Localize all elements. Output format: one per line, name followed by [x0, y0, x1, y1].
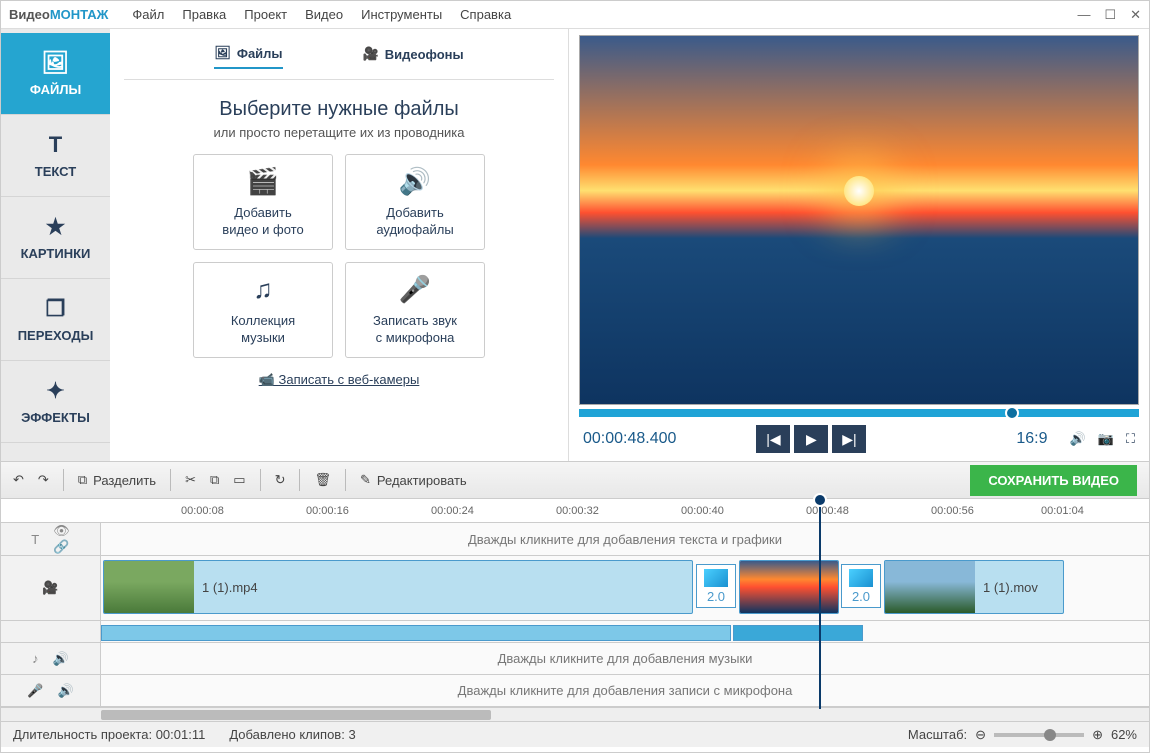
mute-icon[interactable]: 🔊: [53, 651, 69, 667]
video-track-icon: 🎥: [42, 580, 58, 596]
close-icon[interactable]: ✕: [1130, 7, 1141, 23]
edit-button[interactable]: ✎ Редактировать: [360, 472, 467, 488]
mic-icon: 🎤: [399, 273, 431, 307]
wand-icon: ✦: [46, 378, 64, 404]
transition-1[interactable]: 2.0: [696, 564, 736, 608]
menu-edit[interactable]: Правка: [182, 7, 226, 22]
prev-button[interactable]: |◀: [756, 425, 790, 453]
sidebar: 🖼ФАЙЛЫ TТЕКСТ ★КАРТИНКИ ❐ПЕРЕХОДЫ ✦ЭФФЕК…: [1, 29, 110, 461]
next-button[interactable]: ▶|: [832, 425, 866, 453]
visibility-icon[interactable]: 👁🔗: [53, 523, 70, 555]
clip-2[interactable]: [739, 560, 839, 614]
menu-video[interactable]: Видео: [305, 7, 343, 22]
split-button[interactable]: ⧉ Разделить: [78, 472, 156, 488]
crop-button[interactable]: ⧉: [210, 472, 219, 488]
sidebar-item-pictures[interactable]: ★КАРТИНКИ: [1, 197, 110, 279]
redo-button[interactable]: ↷: [38, 472, 49, 488]
sidebar-item-files[interactable]: 🖼ФАЙЛЫ: [1, 33, 110, 115]
statusbar: Длительность проекта: 00:01:11 Добавлено…: [1, 721, 1149, 747]
menu-project[interactable]: Проект: [244, 7, 287, 22]
text-track: T👁🔗 Дважды кликните для добавления текст…: [1, 523, 1149, 556]
add-audio-button[interactable]: 🔊Добавитьаудиофайлы: [345, 154, 485, 250]
audio-file-icon: 🔊: [399, 165, 431, 199]
volume-icon[interactable]: 🔊: [1070, 431, 1086, 447]
seek-thumb[interactable]: [1005, 406, 1019, 420]
clip-3[interactable]: 1 (1).mov: [884, 560, 1064, 614]
audio-clip-1[interactable]: [101, 625, 731, 641]
music-collection-button[interactable]: ♫Коллекциямузыки: [193, 262, 333, 358]
video-preview[interactable]: [579, 35, 1139, 405]
text-track-icon: T: [31, 532, 39, 547]
zoom-in-button[interactable]: ⊕: [1092, 727, 1103, 743]
zoom-out-button[interactable]: ⊖: [975, 727, 986, 743]
center-panel: 🖼Файлы 🎥Видеофоны Выберите нужные файлы …: [110, 29, 569, 461]
video-track: 🎥 1 (1).mp4 2.0 2.0 1 (1).mov: [1, 556, 1149, 621]
project-duration: 00:01:11: [156, 727, 206, 742]
prompt-sub: или просто перетащите их из проводника: [124, 125, 554, 140]
audio-clip-2[interactable]: [733, 625, 863, 641]
record-webcam-link[interactable]: 📹 Записать с веб-камеры: [124, 372, 554, 388]
zoom-value: 62%: [1111, 727, 1137, 742]
ratio-button[interactable]: ▭: [233, 472, 245, 488]
sidebar-item-effects[interactable]: ✦ЭФФЕКТЫ: [1, 361, 110, 443]
pictures-icon: 🖼: [214, 45, 231, 61]
transition-2[interactable]: 2.0: [841, 564, 881, 608]
clip-1[interactable]: 1 (1).mp4: [103, 560, 693, 614]
playhead[interactable]: [813, 493, 827, 507]
prompt-heading: Выберите нужные файлы: [124, 98, 554, 121]
video-audio-track: [1, 621, 1149, 643]
minimize-icon[interactable]: —: [1077, 7, 1090, 23]
film-icon: 🎬: [247, 165, 279, 199]
sidebar-item-text[interactable]: TТЕКСТ: [1, 115, 110, 197]
rotate-button[interactable]: ↻: [275, 472, 286, 488]
maximize-icon[interactable]: ☐: [1104, 7, 1116, 23]
clip-count: 3: [348, 727, 355, 742]
music-track-icon: ♪: [32, 651, 39, 666]
cut-button[interactable]: ✂: [185, 472, 196, 488]
mic-track: 🎤🔊 Дважды кликните для добавления записи…: [1, 675, 1149, 707]
text-icon: T: [49, 132, 62, 158]
fullscreen-icon[interactable]: ⛶: [1126, 431, 1135, 447]
mic-track-icon: 🎤: [27, 683, 43, 699]
snapshot-icon[interactable]: 📷: [1098, 431, 1114, 447]
menu-tools[interactable]: Инструменты: [361, 7, 442, 22]
tab-files[interactable]: 🖼Файлы: [214, 45, 282, 69]
menu-file[interactable]: Файл: [132, 7, 164, 22]
toolbar: ↶ ↷ ⧉ Разделить ✂ ⧉ ▭ ↻ 🗑 ✎ Редактироват…: [1, 461, 1149, 499]
save-video-button[interactable]: СОХРАНИТЬ ВИДЕО: [970, 465, 1137, 496]
menubar: Файл Правка Проект Видео Инструменты Спр…: [132, 7, 511, 22]
timecode: 00:00:48.400: [583, 430, 676, 448]
time-ruler[interactable]: 00:00:0800:00:1600:00:2400:00:3200:00:40…: [1, 499, 1149, 523]
camera-icon: 🎥: [363, 46, 379, 62]
playhead-line: [819, 499, 821, 709]
sidebar-item-transitions[interactable]: ❐ПЕРЕХОДЫ: [1, 279, 110, 361]
record-mic-button[interactable]: 🎤Записать звукс микрофона: [345, 262, 485, 358]
timeline: 00:00:0800:00:1600:00:2400:00:3200:00:40…: [1, 499, 1149, 721]
mute-icon[interactable]: 🔊: [58, 683, 74, 699]
undo-button[interactable]: ↶: [13, 472, 24, 488]
app-title: ВидеоМОНТАЖ: [9, 7, 108, 22]
timeline-scrollbar[interactable]: [1, 707, 1149, 721]
music-icon: ♫: [253, 273, 273, 307]
titlebar: ВидеоМОНТАЖ Файл Правка Проект Видео Инс…: [1, 1, 1149, 29]
transitions-icon: ❐: [46, 296, 66, 322]
add-video-button[interactable]: 🎬Добавитьвидео и фото: [193, 154, 333, 250]
menu-help[interactable]: Справка: [460, 7, 511, 22]
preview-panel: 00:00:48.400 |◀ ▶ ▶| 16:9 🔊 📷 ⛶: [569, 29, 1149, 461]
zoom-slider[interactable]: [994, 733, 1084, 737]
play-button[interactable]: ▶: [794, 425, 828, 453]
star-icon: ★: [46, 214, 66, 240]
delete-button[interactable]: 🗑: [314, 472, 331, 488]
aspect-ratio: 16:9: [1016, 430, 1047, 448]
tab-backgrounds[interactable]: 🎥Видеофоны: [363, 45, 464, 69]
music-track: ♪🔊 Дважды кликните для добавления музыки: [1, 643, 1149, 675]
image-icon: 🖼: [42, 50, 70, 76]
seek-bar[interactable]: [579, 409, 1139, 417]
